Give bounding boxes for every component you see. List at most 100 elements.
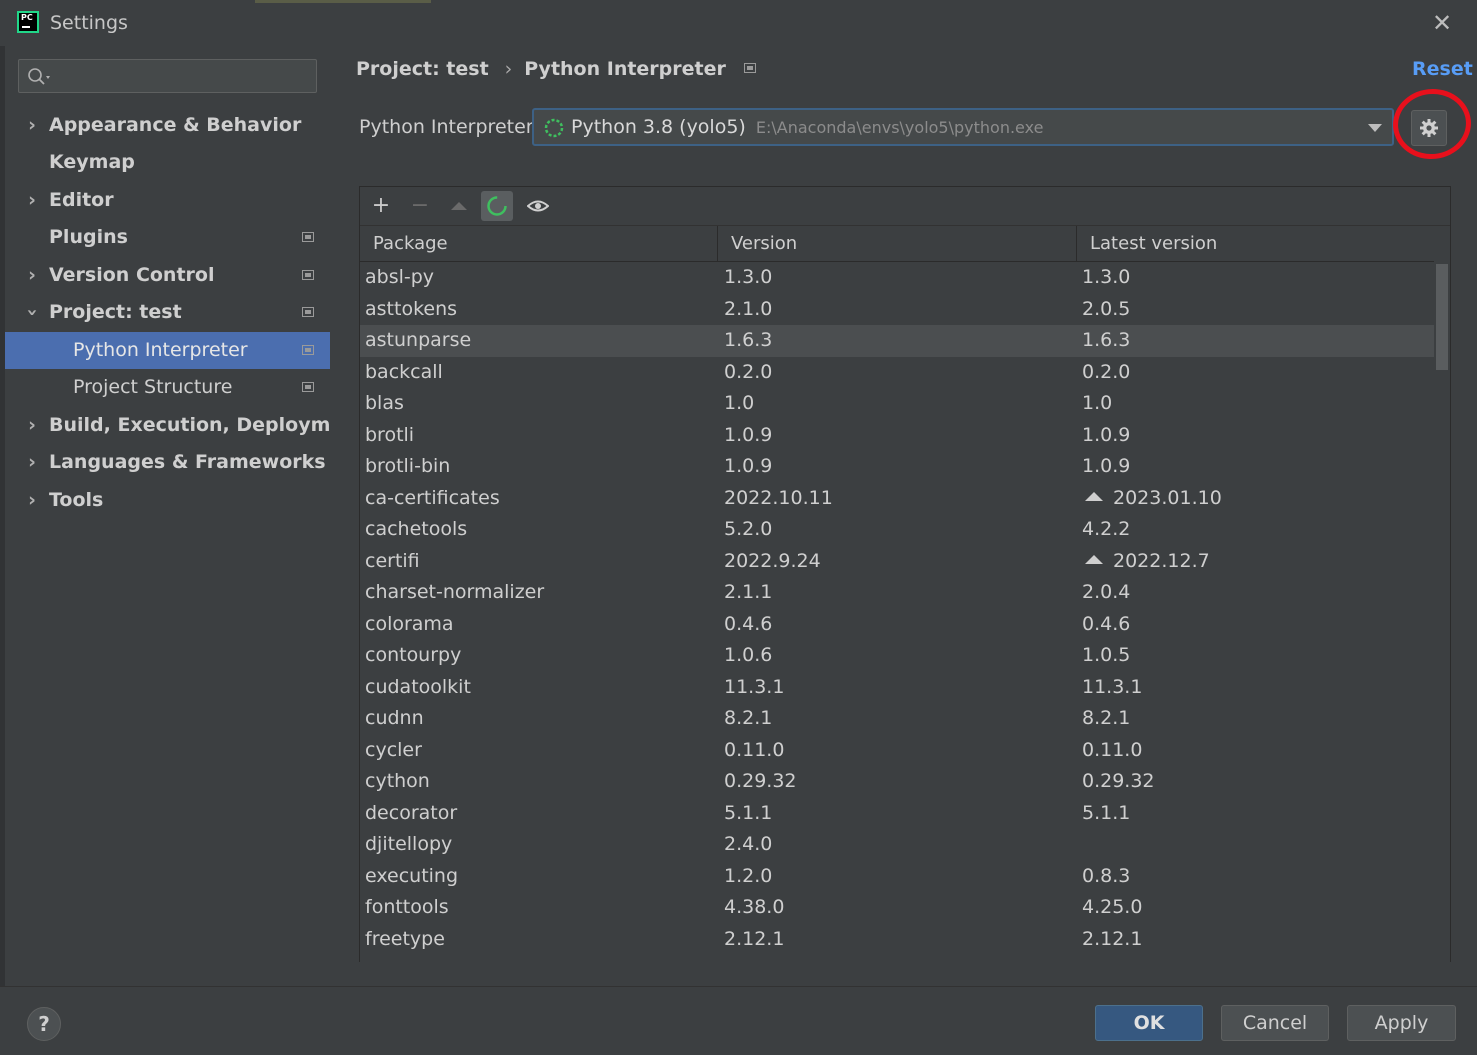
table-row[interactable]: cycler 0.11.0 0.11.0: [360, 735, 1434, 767]
search-field[interactable]: [18, 59, 317, 93]
table-row[interactable]: colorama 0.4.6 0.4.6: [360, 609, 1434, 641]
sidebar-item-project-test[interactable]: › Project: test: [5, 294, 330, 331]
column-header-package[interactable]: Package: [360, 226, 718, 261]
table-row[interactable]: absl-py 1.3.0 1.3.0: [360, 262, 1434, 294]
chevron-right-icon[interactable]: ›: [25, 107, 39, 144]
ok-button[interactable]: OK: [1095, 1005, 1203, 1041]
chevron-right-icon[interactable]: ›: [25, 482, 39, 519]
breadcrumb-separator: ›: [504, 58, 513, 80]
latest-version-text: 11.3.1: [1082, 675, 1143, 698]
breadcrumb-project[interactable]: Project: test: [356, 58, 489, 80]
table-row[interactable]: certifi 2022.9.24 2022.12.7: [360, 546, 1434, 578]
table-row[interactable]: asttokens 2.1.0 2.0.5: [360, 294, 1434, 326]
table-row[interactable]: backcall 0.2.0 0.2.0: [360, 357, 1434, 389]
search-input[interactable]: [57, 65, 311, 89]
sidebar-item-python-interpreter[interactable]: Python Interpreter: [5, 332, 330, 369]
triangle-up-icon: [451, 202, 467, 210]
table-row[interactable]: blas 1.0 1.0: [360, 388, 1434, 420]
package-latest-version: 11.3.1: [1082, 672, 1142, 704]
table-row[interactable]: brotli-bin 1.0.9 1.0.9: [360, 451, 1434, 483]
sidebar-item-plugins[interactable]: Plugins: [5, 219, 330, 256]
package-version: 2.12.1: [724, 927, 785, 950]
table-row[interactable]: astunparse 1.6.3 1.6.3: [360, 325, 1434, 357]
project-settings-icon: [302, 382, 314, 392]
table-row[interactable]: brotli 1.0.9 1.0.9: [360, 420, 1434, 452]
table-row[interactable]: charset-normalizer 2.1.1 2.0.4: [360, 577, 1434, 609]
window-title: Settings: [50, 12, 128, 34]
title-bar: PC Settings ✕: [0, 0, 1477, 46]
package-version: 1.0.9: [724, 423, 773, 446]
search-icon: [28, 68, 50, 85]
chevron-right-icon[interactable]: ›: [25, 257, 39, 294]
upgrade-package-button[interactable]: [443, 191, 475, 221]
package-version: 0.2.0: [724, 360, 773, 383]
column-header-latest-version[interactable]: Latest version: [1077, 226, 1434, 261]
latest-version-text: 2.0.5: [1082, 297, 1131, 320]
latest-version-text: 4.25.0: [1082, 896, 1143, 918]
chevron-right-icon[interactable]: ›: [25, 182, 39, 219]
package-name: asttokens: [365, 297, 458, 320]
column-header-version[interactable]: Version: [718, 226, 1077, 261]
latest-version-text: 1.0.9: [1082, 455, 1131, 477]
sidebar-item-appearance-behavior[interactable]: › Appearance & Behavior: [5, 107, 330, 144]
table-row[interactable]: contourpy 1.0.6 1.0.5: [360, 640, 1434, 672]
apply-button[interactable]: Apply: [1347, 1005, 1456, 1041]
package-name: contourpy: [365, 644, 462, 666]
chevron-right-icon[interactable]: ›: [25, 444, 39, 481]
dropdown-arrow-icon[interactable]: [1368, 124, 1382, 132]
chevron-right-icon[interactable]: ›: [25, 407, 39, 444]
package-latest-version: 1.0.9: [1082, 451, 1130, 483]
package-latest-version: 5.1.1: [1082, 798, 1130, 830]
table-row[interactable]: djitellopy 2.4.0: [360, 829, 1434, 861]
sidebar-item-label: Languages & Frameworks: [49, 451, 326, 473]
table-row[interactable]: freetype 2.12.1 2.12.1: [360, 924, 1434, 956]
sidebar-item-label: Python Interpreter: [73, 339, 248, 361]
remove-package-button[interactable]: −: [404, 191, 436, 221]
sidebar-item-label: Project Structure: [73, 376, 233, 398]
sidebar-item-project-structure[interactable]: Project Structure: [5, 369, 330, 406]
sidebar-item-keymap[interactable]: Keymap: [5, 144, 330, 181]
add-package-button[interactable]: +: [365, 191, 397, 221]
package-version: 8.2.1: [724, 707, 773, 729]
sidebar-item-build-execution-deployment[interactable]: › Build, Execution, Deployment: [5, 407, 366, 444]
package-latest-version: 4.2.2: [1082, 514, 1130, 546]
package-name: ca-certificates: [365, 486, 500, 509]
package-latest-version: 1.0.5: [1082, 640, 1130, 672]
table-row[interactable]: cachetools 5.2.0 4.2.2: [360, 514, 1434, 546]
reset-link[interactable]: Reset: [1412, 58, 1473, 80]
show-early-releases-button[interactable]: [521, 191, 553, 221]
table-row[interactable]: decorator 5.1.1 5.1.1: [360, 798, 1434, 830]
upgrade-available-icon: [1085, 554, 1103, 564]
interpreter-dropdown[interactable]: Python 3.8 (yolo5) E:\Anaconda\envs\yolo…: [532, 108, 1394, 146]
sidebar-item-label: Build, Execution, Deployment: [49, 414, 366, 436]
package-version: 1.0: [724, 392, 755, 414]
package-version: 1.3.0: [724, 266, 773, 288]
sidebar-item-languages-frameworks[interactable]: › Languages & Frameworks: [5, 444, 330, 481]
close-icon[interactable]: ✕: [1428, 10, 1456, 38]
table-row[interactable]: fonttools 4.38.0 4.25.0: [360, 892, 1434, 924]
sidebar-item-label: Editor: [49, 189, 114, 211]
package-latest-version: 2.0.4: [1082, 577, 1130, 609]
table-row[interactable]: cudnn 8.2.1 8.2.1: [360, 703, 1434, 735]
package-name: charset-normalizer: [365, 581, 545, 603]
latest-version-text: 1.0: [1082, 392, 1113, 414]
cancel-button[interactable]: Cancel: [1221, 1005, 1329, 1041]
latest-version-text: 5.1.1: [1082, 801, 1131, 824]
scrollbar-thumb[interactable]: [1436, 264, 1448, 370]
package-latest-version: 2023.01.10: [1082, 483, 1222, 515]
table-scrollbar[interactable]: [1436, 264, 1448, 962]
help-button[interactable]: ?: [27, 1007, 61, 1041]
sidebar-item-tools[interactable]: › Tools: [5, 482, 330, 519]
latest-version-text: 0.29.32: [1082, 770, 1155, 792]
refresh-button[interactable]: [481, 191, 513, 221]
table-row[interactable]: executing 1.2.0 0.8.3: [360, 861, 1434, 893]
table-row[interactable]: cudatoolkit 11.3.1 11.3.1: [360, 672, 1434, 704]
package-version: 0.29.32: [724, 770, 797, 792]
package-name: brotli-bin: [365, 455, 451, 477]
chevron-down-icon[interactable]: ›: [14, 306, 51, 320]
table-row[interactable]: cython 0.29.32 0.29.32: [360, 766, 1434, 798]
package-name: astunparse: [365, 329, 472, 351]
table-row[interactable]: ca-certificates 2022.10.11 2023.01.10: [360, 483, 1434, 515]
sidebar-item-version-control[interactable]: › Version Control: [5, 257, 330, 294]
sidebar-item-editor[interactable]: › Editor: [5, 182, 330, 219]
